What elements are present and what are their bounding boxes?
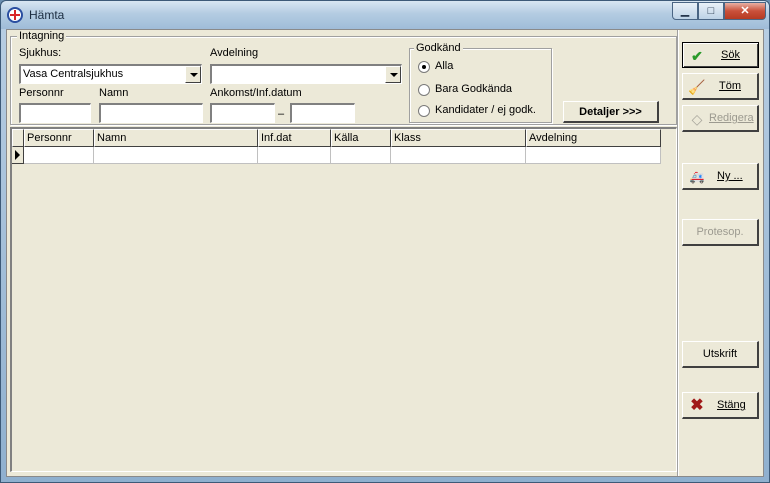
- sok-label: Sök: [721, 49, 740, 61]
- intagning-group: Intagning Sjukhus: Vasa Centralsjukhus A…: [10, 30, 677, 125]
- utskrift-button[interactable]: Utskrift: [682, 341, 759, 368]
- close-window-button[interactable]: ✕: [724, 2, 766, 20]
- avdelning-label: Avdelning: [210, 47, 259, 59]
- maximize-button[interactable]: □: [698, 2, 724, 20]
- grid-cell[interactable]: [391, 147, 526, 164]
- x-icon: ✖: [690, 397, 704, 414]
- personnr-input[interactable]: [19, 103, 91, 123]
- ny-label: Ny ...: [717, 170, 743, 182]
- eraser-icon: ◇: [691, 111, 703, 127]
- col-header-infdat[interactable]: Inf.dat: [258, 129, 331, 147]
- window-title: Hämta: [29, 8, 65, 22]
- app-window: Hämta ▁ □ ✕ Intagning Sjukhus: Vasa Cent…: [0, 0, 770, 483]
- sok-button[interactable]: ✔ Sök: [682, 42, 759, 68]
- ny-button[interactable]: 🚑 Ny ...: [682, 163, 759, 190]
- namn-input[interactable]: [99, 103, 203, 123]
- col-header-namn[interactable]: Namn: [94, 129, 258, 147]
- namn-label: Namn: [99, 87, 129, 99]
- detaljer-label: Detaljer >>>: [579, 106, 642, 118]
- utskrift-label: Utskrift: [702, 348, 738, 360]
- date-separator: –: [278, 108, 285, 120]
- avdelning-select[interactable]: [210, 64, 402, 84]
- personnr-label: Personnr: [19, 87, 64, 99]
- broom-icon: 🧹: [688, 79, 706, 95]
- grid-cell[interactable]: [331, 147, 391, 164]
- minimize-icon: ▁: [680, 5, 690, 17]
- sjukhus-value: Vasa Centralsjukhus: [23, 68, 124, 80]
- ambulance-icon: 🚑: [689, 170, 705, 184]
- radio-kandidater-label[interactable]: Kandidater / ej godk.: [435, 104, 536, 116]
- chevron-down-icon[interactable]: [385, 66, 401, 83]
- check-icon: ✔: [691, 48, 703, 64]
- close-icon: ✕: [740, 5, 750, 17]
- redigera-label: Redigera: [709, 112, 754, 124]
- client-area: Intagning Sjukhus: Vasa Centralsjukhus A…: [6, 29, 764, 477]
- grid-cell[interactable]: [94, 147, 258, 164]
- maximize-icon: □: [707, 5, 715, 17]
- godkand-legend: Godkänd: [414, 42, 463, 54]
- stang-button[interactable]: ✖ Stäng: [682, 392, 759, 419]
- grid-cell[interactable]: [526, 147, 661, 164]
- radio-alla[interactable]: [418, 61, 430, 73]
- sjukhus-label: Sjukhus:: [19, 47, 62, 59]
- col-header-personnr[interactable]: Personnr: [24, 129, 94, 147]
- redigera-button[interactable]: ◇ Redigera: [682, 105, 759, 132]
- minimize-button[interactable]: ▁: [672, 2, 698, 20]
- radio-bara-godkanda-label[interactable]: Bara Godkända: [435, 83, 512, 95]
- intagning-legend: Intagning: [17, 30, 67, 42]
- date-to-input[interactable]: [290, 103, 355, 123]
- grid-corner: [12, 129, 24, 147]
- col-header-klass[interactable]: Klass: [391, 129, 526, 147]
- detaljer-button[interactable]: Detaljer >>>: [563, 101, 659, 123]
- stang-label: Stäng: [717, 399, 746, 411]
- results-grid[interactable]: Personnr Namn Inf.dat Källa Klass Avdeln…: [10, 127, 677, 472]
- col-header-kalla[interactable]: Källa: [331, 129, 391, 147]
- grid-cell[interactable]: [24, 147, 94, 164]
- row-selector-icon[interactable]: [12, 147, 24, 164]
- title-bar[interactable]: Hämta ▁ □ ✕: [1, 1, 769, 29]
- sjukhus-select[interactable]: Vasa Centralsjukhus: [19, 64, 202, 84]
- ankomst-label: Ankomst/Inf.datum: [210, 87, 302, 99]
- chevron-down-icon[interactable]: [185, 66, 201, 83]
- protesop-button[interactable]: Protesop.: [682, 219, 759, 246]
- tom-button[interactable]: 🧹 Töm: [682, 73, 759, 100]
- grid-cell[interactable]: [258, 147, 331, 164]
- radio-bara-godkanda[interactable]: [418, 84, 430, 96]
- godkand-group: Godkänd Alla Bara Godkända Kandidater / …: [409, 42, 552, 123]
- tom-label: Töm: [719, 80, 741, 92]
- panel-divider: [677, 30, 679, 476]
- protesop-label: Protesop.: [696, 226, 744, 238]
- date-from-input[interactable]: [210, 103, 275, 123]
- radio-kandidater[interactable]: [418, 105, 430, 117]
- app-icon: [7, 7, 23, 23]
- radio-alla-label[interactable]: Alla: [435, 60, 453, 72]
- col-header-avdelning[interactable]: Avdelning: [526, 129, 661, 147]
